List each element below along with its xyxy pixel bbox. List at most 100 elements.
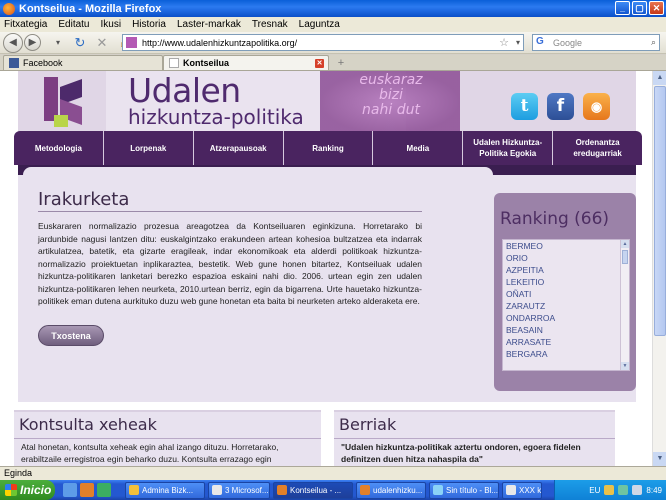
close-window-button[interactable]: ✕	[649, 1, 664, 15]
ranking-item[interactable]: ONDARROA	[503, 312, 629, 324]
ranking-heading: Ranking (66)	[500, 209, 610, 229]
nav-ordenantza-eredugarriak[interactable]: Ordenantza eredugarriak	[553, 131, 642, 165]
ranking-scroll-thumb[interactable]	[622, 250, 628, 264]
txostena-button[interactable]: Txostena	[38, 325, 104, 346]
site-favicon	[126, 37, 137, 48]
search-bar[interactable]: G Google ⌕	[532, 34, 660, 51]
window-title: Kontseilua - Mozilla Firefox	[19, 2, 162, 15]
nav-media[interactable]: Media	[373, 131, 464, 165]
kontsulta-box: Kontsulta xeheak Atal honetan, kontsulta…	[14, 410, 321, 466]
clock: 8:49	[646, 485, 662, 495]
kontsulta-text: Atal honetan, kontsulta xeheak egin ahal…	[21, 442, 279, 464]
tray-volume-icon[interactable]	[632, 485, 643, 495]
kontsulta-heading: Kontsulta xeheak	[14, 415, 321, 439]
windows-logo-icon	[5, 484, 17, 496]
ranking-item[interactable]: ARRASATE	[503, 336, 629, 348]
menu-history[interactable]: Historia	[132, 19, 166, 30]
ranking-panel: Ranking (66) BERMEO ORIO AZPEITIA LEKEIT…	[494, 193, 636, 391]
ranking-item[interactable]: BERMEO	[503, 240, 629, 252]
task-kontseilua[interactable]: Kontseilua - ...	[273, 481, 353, 499]
reload-icon[interactable]: ↻	[71, 34, 89, 52]
irakurketa-text: Euskararen normalizazio prozesua areagot…	[38, 221, 422, 306]
firefox-launch-icon[interactable]	[80, 483, 94, 497]
bookmark-star-icon[interactable]: ☆	[499, 36, 509, 49]
page-scroll-down-icon[interactable]: ▼	[653, 452, 666, 466]
google-icon[interactable]: G	[536, 36, 550, 49]
twitter-icon[interactable]: t	[511, 93, 538, 120]
scroll-up-icon[interactable]: ▲	[621, 240, 629, 248]
show-desktop-icon[interactable]	[63, 483, 77, 497]
nav-metodologia[interactable]: Metodologia	[14, 131, 104, 165]
nav-hizkuntza-politika-egokia[interactable]: Udalen Hizkuntza-Politika Egokia	[463, 131, 554, 165]
ranking-item[interactable]: OÑATI	[503, 288, 629, 300]
page-scrollbar[interactable]: ▲ ▼	[652, 71, 666, 466]
menu-bookmarks[interactable]: Laster-markak	[177, 19, 241, 30]
stop-icon[interactable]: ✕	[93, 34, 111, 52]
main-navigation: Metodologia Lorpenak Atzerapausoak Ranki…	[14, 131, 642, 165]
task-firefox-icon	[277, 485, 287, 495]
ranking-item[interactable]: BERGARA	[503, 348, 629, 360]
maximize-button[interactable]: ▢	[632, 1, 647, 15]
menu-edit[interactable]: Editatu	[58, 19, 89, 30]
site-logo[interactable]	[44, 77, 90, 127]
page-scroll-up-icon[interactable]: ▲	[653, 71, 666, 85]
ranking-item[interactable]: BEASAIN	[503, 324, 629, 336]
task-kanpai[interactable]: XXX kanpai...	[502, 481, 542, 499]
tab-kontseilua[interactable]: Kontseilua ✕	[163, 55, 329, 70]
navigation-toolbar: ◀ ▶ ▾ ↻ ✕ ⌂ http://www.udalenhizkuntzapo…	[0, 32, 666, 54]
nav-atzerapausoak[interactable]: Atzerapausoak	[194, 131, 284, 165]
task-sin-titulo[interactable]: Sin título - Bl...	[429, 481, 499, 499]
site-subtitle: hizkuntza-politika	[128, 105, 304, 129]
ranking-scrollbar[interactable]: ▲ ▼	[620, 240, 629, 370]
tab-kontseilua-label: Kontseilua	[183, 58, 230, 68]
tray-app-icon[interactable]	[604, 485, 615, 495]
ranking-item[interactable]: ZARAUTZ	[503, 300, 629, 312]
back-button[interactable]: ◀	[3, 32, 23, 53]
tab-close-icon[interactable]: ✕	[315, 58, 324, 68]
ranking-item[interactable]: LEKEITIO	[503, 276, 629, 288]
heading-divider	[38, 211, 422, 212]
ranking-item[interactable]: ORIO	[503, 252, 629, 264]
ranking-item[interactable]: AZPEITIA	[503, 264, 629, 276]
ranking-list[interactable]: BERMEO ORIO AZPEITIA LEKEITIO OÑATI ZARA…	[502, 239, 630, 371]
tab-facebook[interactable]: Facebook	[3, 55, 163, 70]
task-app-icon	[360, 485, 370, 495]
page-scroll-thumb[interactable]	[654, 86, 666, 336]
history-dropdown-icon[interactable]: ▾	[49, 34, 67, 52]
task-app-icon	[433, 485, 443, 495]
start-label: Inicio	[20, 483, 52, 497]
quick-launch	[63, 483, 111, 497]
search-icon[interactable]: ⌕	[651, 37, 656, 48]
firefox-icon	[3, 2, 15, 15]
app-launch-icon[interactable]	[97, 483, 111, 497]
nav-ranking[interactable]: Ranking	[284, 131, 374, 165]
task-udalenhizku[interactable]: udalenhizku...	[356, 481, 426, 499]
tray-network-icon[interactable]	[618, 485, 629, 495]
url-bar[interactable]: http://www.udalenhizkuntzapolitika.org/ …	[122, 34, 524, 51]
facebook-icon[interactable]: f	[547, 93, 574, 120]
search-placeholder: Google	[553, 37, 583, 48]
system-tray: EU 8:49	[554, 480, 666, 500]
menu-bar: Fitxategia Editatu Ikusi Historia Laster…	[0, 17, 666, 32]
url-text: http://www.udalenhizkuntzapolitika.org/	[142, 37, 298, 48]
task-microsoft[interactable]: 3 Microsof...	[208, 481, 270, 499]
forward-button[interactable]: ▶	[24, 34, 41, 51]
menu-tools[interactable]: Tresnak	[252, 19, 288, 30]
rss-icon[interactable]: ◉	[583, 93, 610, 120]
berriak-headline[interactable]: "Udalen hizkuntza-politikak aztertu ondo…	[341, 441, 611, 465]
url-dropdown-icon[interactable]: ▾	[516, 38, 520, 47]
scroll-down-icon[interactable]: ▼	[621, 362, 629, 370]
site-slogan: euskaraz bizi nahi dut	[359, 72, 423, 118]
language-indicator[interactable]: EU	[589, 486, 600, 495]
minimize-button[interactable]: _	[615, 1, 630, 15]
start-button[interactable]: Inicio	[0, 480, 55, 500]
page-favicon-icon	[169, 58, 179, 68]
nav-lorpenak[interactable]: Lorpenak	[104, 131, 194, 165]
task-admina[interactable]: Admina Bizk...	[125, 481, 205, 499]
taskbar: Inicio Admina Bizk... 3 Microsof... Kont…	[0, 480, 666, 500]
menu-view[interactable]: Ikusi	[101, 19, 122, 30]
menu-file[interactable]: Fitxategia	[4, 19, 47, 30]
page-viewport: Udalen hizkuntza-politika euskaraz bizi …	[0, 71, 666, 466]
new-tab-button[interactable]: +	[333, 57, 349, 70]
menu-help[interactable]: Laguntza	[299, 19, 340, 30]
